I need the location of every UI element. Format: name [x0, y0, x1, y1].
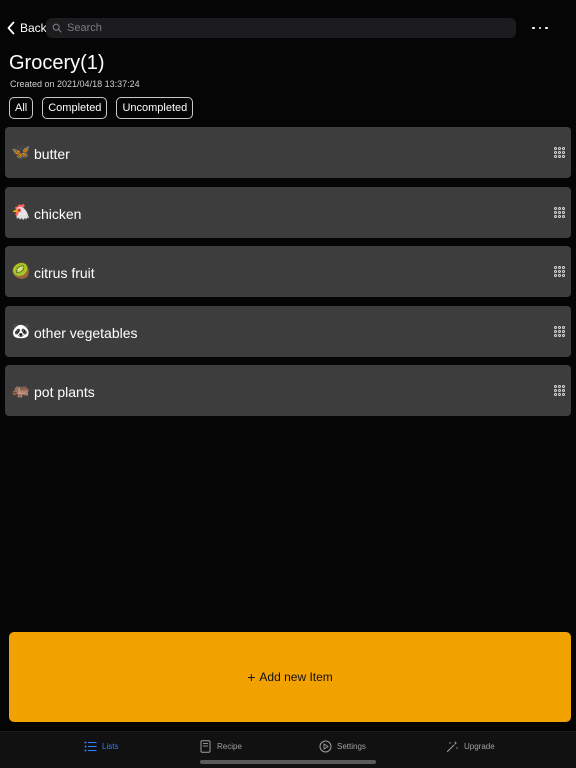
panda-icon: 🐼: [11, 321, 31, 340]
tab-label: Recipe: [217, 742, 242, 751]
tab-lists[interactable]: Lists: [84, 740, 118, 753]
filter-uncompleted-button[interactable]: Uncompleted: [116, 97, 194, 119]
search-icon: [52, 23, 62, 33]
kiwi-icon: 🥝: [11, 262, 31, 280]
tab-settings[interactable]: Settings: [319, 740, 366, 753]
grocery-list: 🦋 butter 🐔 chicken 🥝 citrus fruit 🐼 othe…: [5, 127, 571, 425]
item-label: pot plants: [34, 384, 95, 400]
item-label: other vegetables: [34, 324, 138, 341]
list-item[interactable]: 🐔 chicken: [5, 186, 571, 238]
search-bar[interactable]: [46, 18, 516, 38]
list-item[interactable]: 🐼 other vegetables: [5, 305, 571, 357]
chevron-left-icon: [7, 21, 15, 35]
list-item[interactable]: 🦛 pot plants: [5, 365, 571, 416]
created-timestamp: Created on 2021/04/18 13:37:24: [10, 79, 140, 89]
hippo-icon: 🦛: [11, 381, 31, 399]
upgrade-icon: [446, 741, 458, 753]
navigation-bar: Back: [0, 14, 576, 42]
filter-all-button[interactable]: All: [9, 97, 34, 119]
drag-handle-icon[interactable]: [554, 266, 565, 277]
list-icon: [84, 741, 97, 752]
search-input[interactable]: [67, 22, 487, 34]
drag-handle-icon[interactable]: [554, 147, 565, 158]
add-new-item-button[interactable]: + Add new Item: [9, 632, 571, 722]
recipe-icon: [200, 740, 211, 753]
add-new-item-label: Add new Item: [259, 670, 333, 684]
tab-upgrade[interactable]: Upgrade: [446, 740, 495, 753]
item-label: chicken: [34, 205, 82, 222]
tab-label: Lists: [102, 742, 119, 751]
drag-handle-icon[interactable]: [554, 325, 565, 337]
tab-recipe[interactable]: Recipe: [199, 740, 242, 753]
drag-handle-icon[interactable]: [554, 206, 565, 218]
ellipsis-icon: [532, 26, 535, 30]
drag-handle-icon[interactable]: [554, 385, 565, 396]
list-item[interactable]: 🦋 butter: [5, 127, 571, 178]
page-title: Grocery(1): [9, 52, 105, 74]
more-options-button[interactable]: [526, 20, 554, 36]
filter-completed-button[interactable]: Completed: [42, 97, 108, 119]
list-item[interactable]: 🥝 citrus fruit: [5, 246, 571, 297]
tab-label: Settings: [337, 742, 366, 751]
plus-icon: +: [247, 669, 256, 685]
chicken-icon: 🐔: [11, 202, 31, 221]
item-label: butter: [34, 146, 70, 162]
tab-label: Upgrade: [464, 742, 495, 751]
home-indicator: [200, 760, 376, 764]
item-label: citrus fruit: [34, 265, 95, 281]
settings-icon: [319, 740, 332, 753]
back-button[interactable]: Back: [6, 18, 47, 38]
filter-segment: All Completed Uncompleted: [9, 97, 194, 119]
butterfly-icon: 🦋: [11, 143, 31, 161]
back-label: Back: [20, 21, 47, 35]
